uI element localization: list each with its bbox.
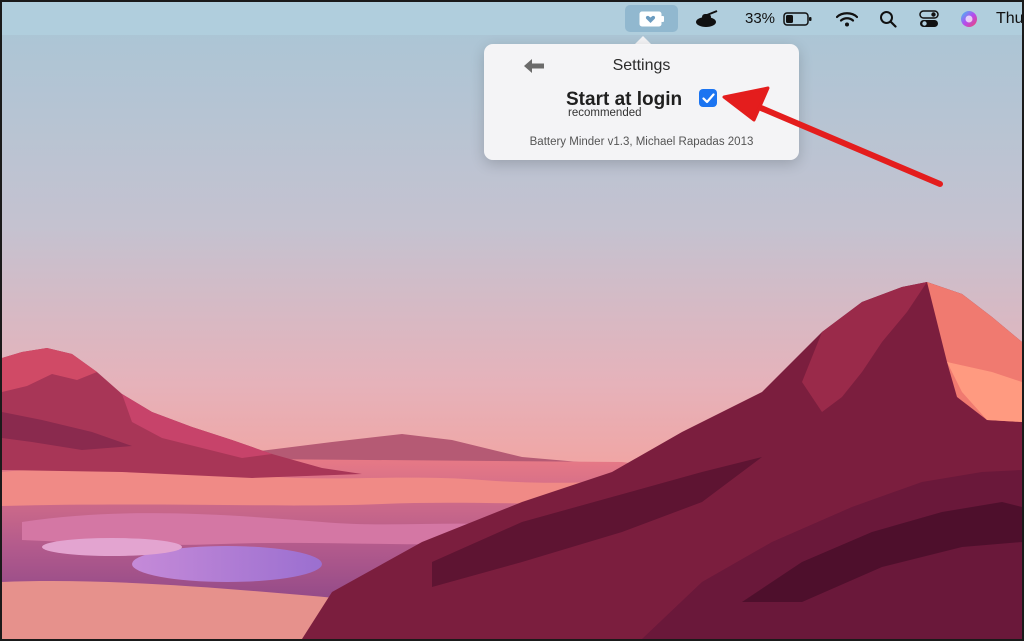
battery-status[interactable] <box>780 2 816 35</box>
tank-icon <box>696 9 718 27</box>
settings-popover: Settings Start at login recommended Batt… <box>484 44 799 160</box>
menu-bar: 33% Thu <box>2 2 1022 35</box>
start-at-login-checkbox[interactable] <box>699 89 717 107</box>
control-center-icon <box>919 9 939 27</box>
battery-percentage: 33% <box>744 10 776 27</box>
siri-icon <box>961 10 977 27</box>
version-info: Battery Minder v1.3, Michael Rapadas 201… <box>529 136 754 148</box>
wifi-icon <box>836 11 858 26</box>
control-center[interactable] <box>914 2 944 35</box>
popover-title: Settings <box>612 57 671 74</box>
checkmark-icon <box>701 92 715 103</box>
screen-frame: 33% Thu Settings Start at login recommen… <box>0 0 1024 641</box>
battery-minder-menu-extra[interactable] <box>625 5 678 32</box>
battery-icon <box>783 11 812 26</box>
search-icon <box>880 10 897 28</box>
wifi-status[interactable] <box>832 2 862 35</box>
battery-minder-heart-icon <box>639 11 664 26</box>
siri[interactable] <box>954 2 984 35</box>
tank-menu-extra[interactable] <box>688 2 724 35</box>
recommended-hint: recommended <box>568 107 642 119</box>
spotlight-search[interactable] <box>874 2 902 35</box>
menu-bar-clock[interactable]: Thu <box>992 2 1022 35</box>
